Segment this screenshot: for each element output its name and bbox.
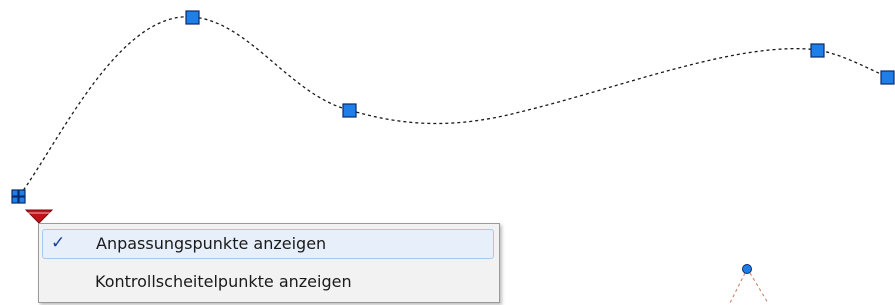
menu-item-label: Anpassungspunkte anzeigen — [96, 234, 327, 253]
construction-line — [729, 272, 746, 304]
fit-point-grip[interactable] — [342, 103, 357, 118]
menu-item-show-fit-points[interactable]: ✓ Anpassungspunkte anzeigen — [42, 229, 494, 259]
grip-menu-marker-icon[interactable] — [24, 209, 54, 224]
fit-point-grip[interactable] — [880, 70, 895, 85]
spline-curve[interactable] — [19, 16, 889, 196]
vertex-point[interactable] — [742, 264, 752, 274]
construction-line — [749, 272, 769, 304]
menu-item-show-control-vertices[interactable]: Kontrollscheitelpunkte anzeigen — [42, 269, 494, 299]
menu-item-label: Kontrollscheitelpunkte anzeigen — [95, 272, 352, 291]
fit-point-grip[interactable] — [810, 43, 825, 58]
grip-context-menu: ✓ Anpassungspunkte anzeigen Kontrollsche… — [38, 223, 500, 303]
start-point-grip[interactable] — [11, 189, 26, 204]
checkmark-icon: ✓ — [51, 233, 66, 253]
fit-point-grip[interactable] — [185, 10, 200, 25]
